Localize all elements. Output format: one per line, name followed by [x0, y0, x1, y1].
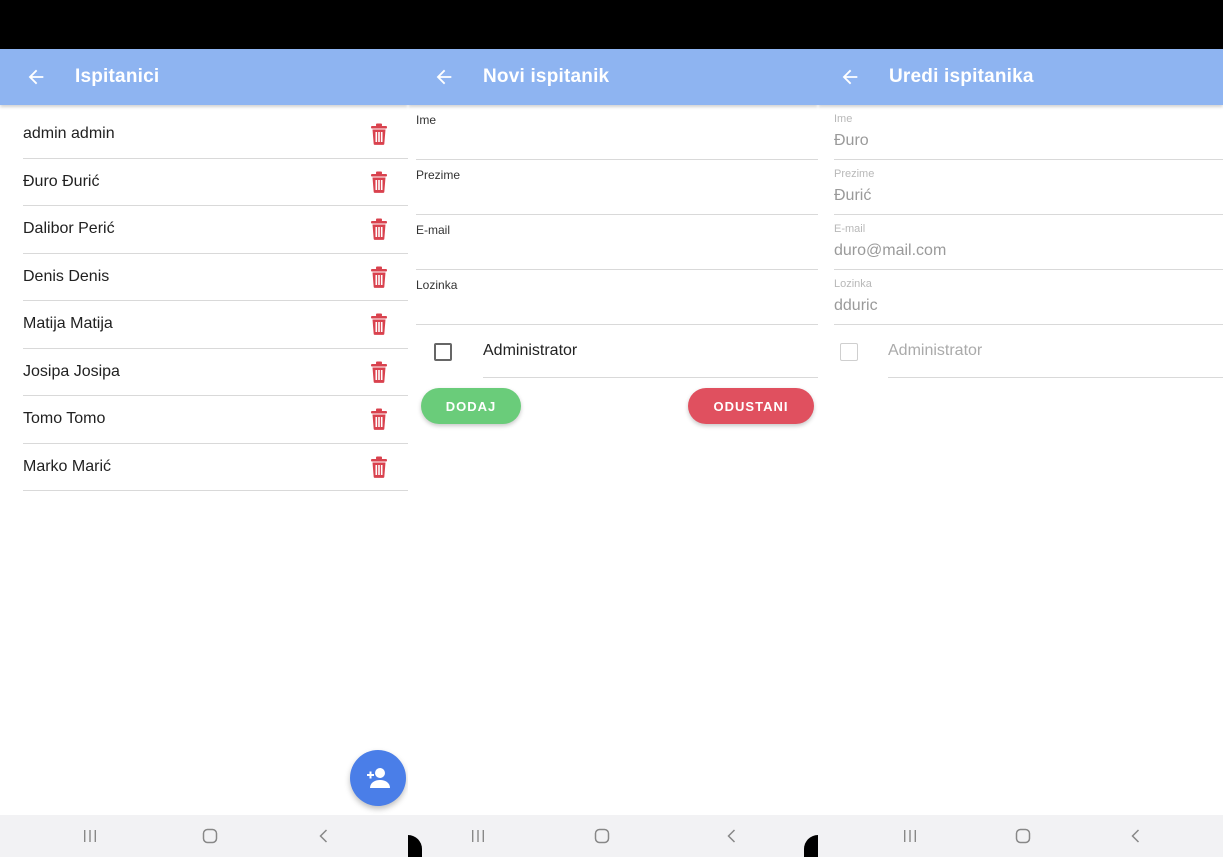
trash-icon[interactable] [368, 360, 390, 384]
field-label: Prezime [416, 168, 461, 182]
page-title: Uredi ispitanika [889, 66, 1034, 87]
status-bar [818, 0, 1223, 49]
status-bar [408, 0, 818, 49]
recent-apps-icon[interactable] [466, 825, 490, 847]
password-field[interactable]: Lozinka [416, 270, 818, 325]
back-arrow-icon[interactable] [428, 61, 460, 93]
back-arrow-icon[interactable] [20, 61, 52, 93]
administrator-row: Administrator [818, 326, 1223, 378]
first-name-field[interactable]: Ime [416, 105, 818, 160]
back-nav-icon[interactable] [312, 825, 336, 847]
last-name-field[interactable]: Prezime Đurić [834, 160, 1223, 215]
add-button[interactable]: DODAJ [421, 388, 521, 424]
list-item[interactable]: Matija Matija [23, 301, 408, 349]
field-label: Prezime [834, 168, 875, 180]
list-item[interactable]: admin admin [23, 111, 408, 159]
trash-icon[interactable] [368, 122, 390, 146]
back-nav-icon[interactable] [720, 825, 744, 847]
trash-icon[interactable] [368, 265, 390, 289]
system-nav-bar [0, 815, 408, 857]
first-name-field[interactable]: Ime Đuro [834, 105, 1223, 160]
system-nav-bar [408, 815, 818, 857]
list-item-name: Marko Marić [23, 457, 112, 475]
administrator-checkbox[interactable] [840, 343, 858, 361]
checkbox-label: Administrator [483, 342, 578, 359]
trash-icon[interactable] [368, 312, 390, 336]
recent-apps-icon[interactable] [898, 825, 922, 847]
password-field[interactable]: Lozinka dduric [834, 270, 1223, 325]
back-arrow-icon[interactable] [834, 61, 866, 93]
home-icon[interactable] [1011, 825, 1035, 847]
screen-new: Novi ispitanik Ime Prezime E-mail Lozink… [408, 0, 818, 857]
field-label: E-mail [416, 223, 451, 237]
field-label: Ime [834, 113, 853, 125]
list-item[interactable]: Josipa Josipa [23, 349, 408, 396]
page-title: Ispitanici [75, 66, 160, 87]
list-item[interactable]: Denis Denis [23, 254, 408, 301]
last-name-field[interactable]: Prezime [416, 160, 818, 215]
field-value: duro@mail.com [834, 242, 947, 259]
recent-apps-icon[interactable] [78, 825, 102, 847]
trash-icon[interactable] [368, 407, 390, 431]
trash-icon[interactable] [368, 455, 390, 479]
field-value: Đuro [834, 132, 869, 149]
email-field[interactable]: E-mail duro@mail.com [834, 215, 1223, 270]
app-bar: Ispitanici [0, 49, 408, 105]
app-bar: Uredi ispitanika [818, 49, 1223, 105]
field-value: dduric [834, 297, 878, 314]
field-label: Lozinka [416, 278, 458, 292]
list-item-name: Đuro Đurić [23, 172, 100, 190]
system-nav-bar [818, 815, 1223, 857]
field-label: Ime [416, 113, 437, 127]
page-title: Novi ispitanik [483, 66, 610, 87]
field-label: Lozinka [834, 278, 872, 290]
screen-list: Ispitanici admin admin Đuro Đurić Dalibo… [0, 0, 408, 857]
trash-icon[interactable] [368, 170, 390, 194]
list-item-name: Denis Denis [23, 267, 110, 285]
home-icon[interactable] [198, 825, 222, 847]
home-icon[interactable] [590, 825, 614, 847]
list-item-name: Josipa Josipa [23, 362, 120, 380]
add-person-button[interactable] [350, 750, 406, 806]
field-value: Đurić [834, 187, 872, 204]
field-label: E-mail [834, 223, 866, 235]
list-item-name: Tomo Tomo [23, 410, 106, 428]
divider [483, 377, 818, 378]
email-field[interactable]: E-mail [416, 215, 818, 270]
list-item-name: admin admin [23, 125, 115, 143]
screen-edit: Uredi ispitanika Ime Đuro Prezime Đurić … [818, 0, 1223, 857]
app-bar: Novi ispitanik [408, 49, 818, 105]
trash-icon[interactable] [368, 217, 390, 241]
divider [888, 377, 1223, 378]
status-bar [0, 0, 408, 49]
list-item[interactable]: Dalibor Perić [23, 206, 408, 254]
checkbox-label: Administrator [888, 342, 983, 359]
administrator-row: Administrator [408, 326, 818, 378]
cancel-button[interactable]: ODUSTANI [688, 388, 814, 424]
back-nav-icon[interactable] [1124, 825, 1148, 847]
list-item[interactable]: Marko Marić [23, 444, 408, 491]
list-item-name: Dalibor Perić [23, 220, 115, 238]
list-item[interactable]: Tomo Tomo [23, 396, 408, 444]
user-list: admin admin Đuro Đurić Dalibor Perić Den… [23, 111, 408, 491]
list-item-name: Matija Matija [23, 315, 113, 333]
list-item[interactable]: Đuro Đurić [23, 159, 408, 206]
administrator-checkbox[interactable] [434, 343, 452, 361]
add-person-icon [367, 768, 390, 788]
